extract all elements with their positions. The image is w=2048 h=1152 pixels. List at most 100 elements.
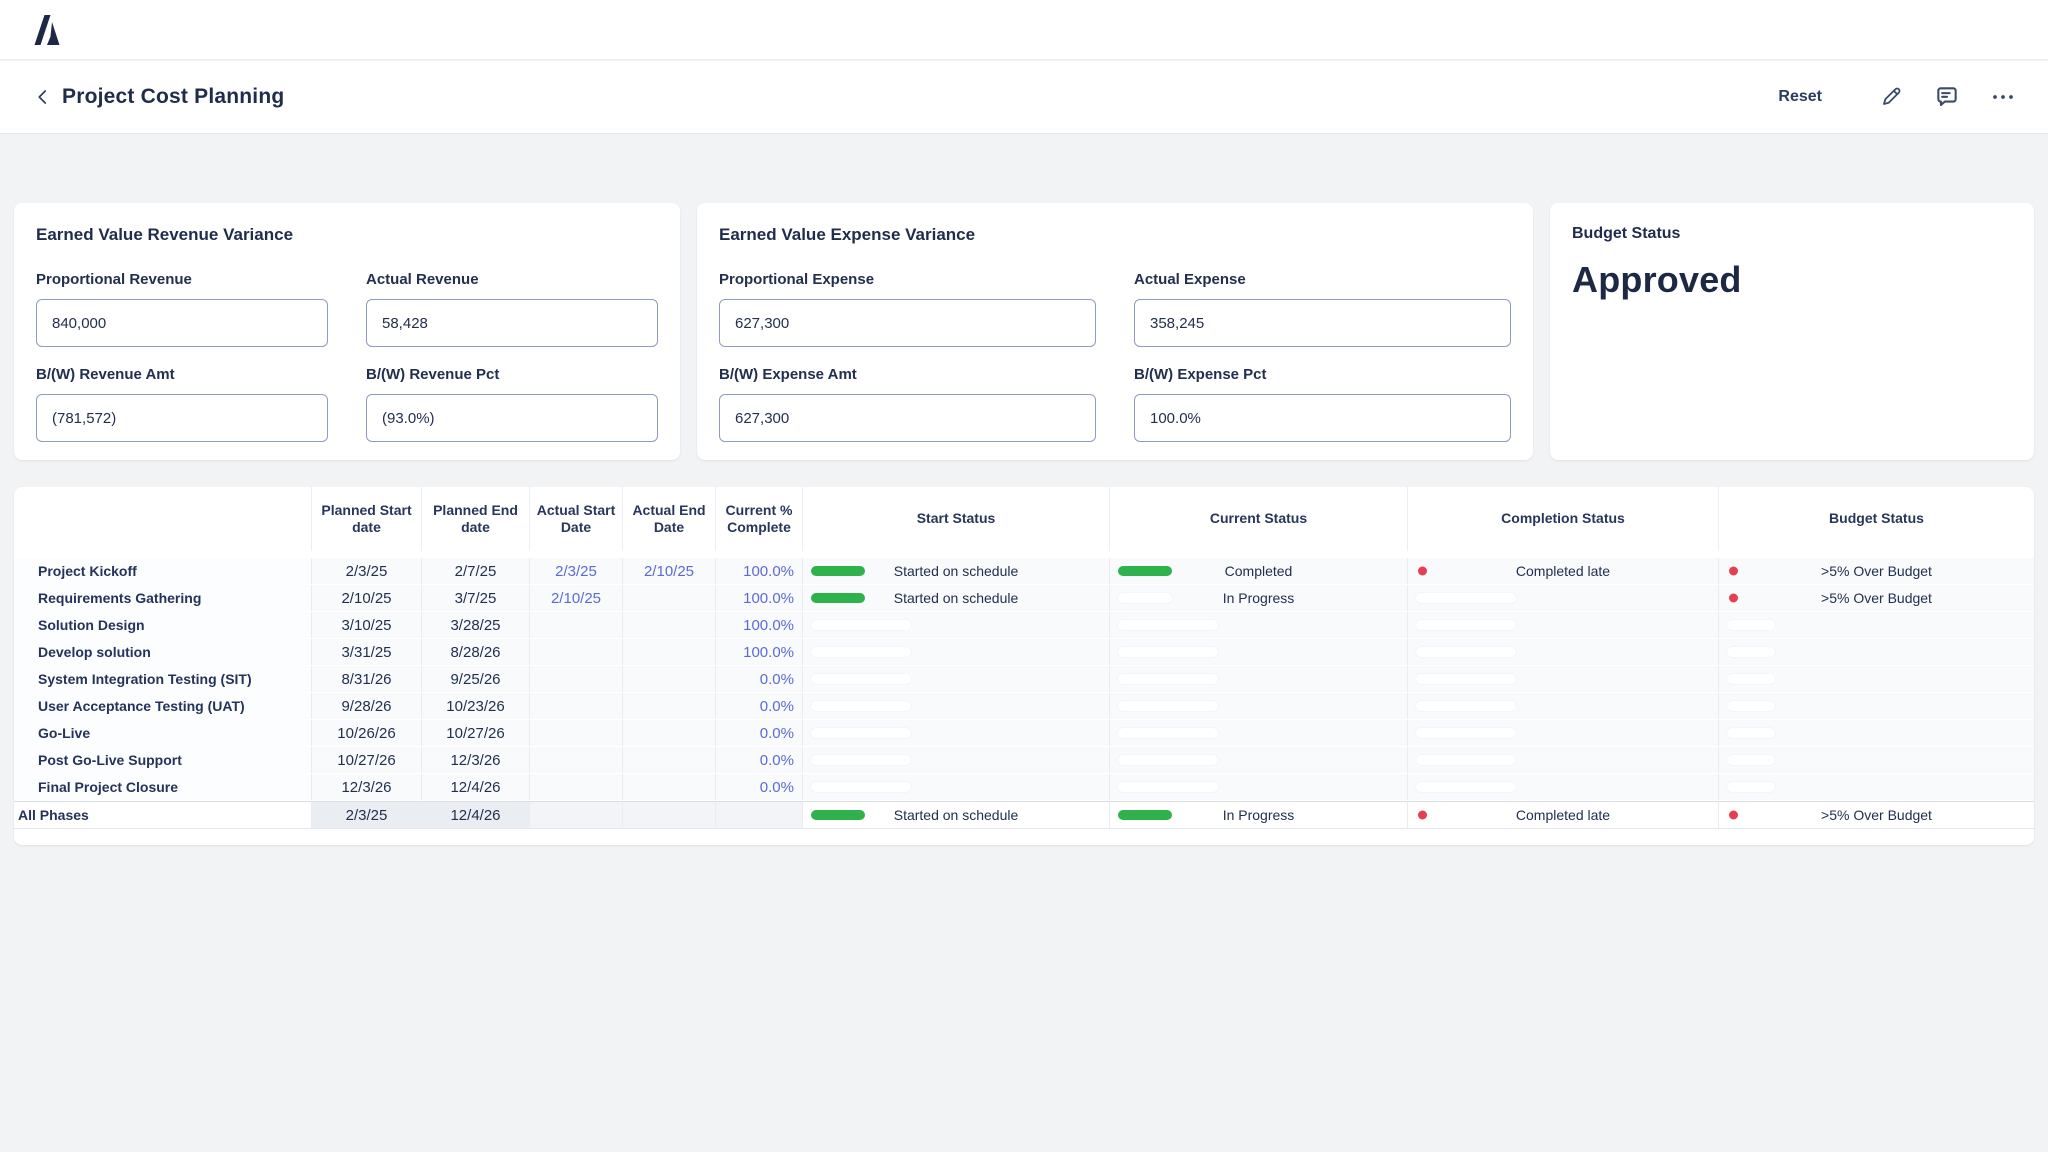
- planned-end-cell[interactable]: 9/25/26: [422, 666, 530, 692]
- current-status-cell[interactable]: [1110, 639, 1408, 665]
- actual-start-cell[interactable]: [530, 666, 623, 692]
- actual-end-cell[interactable]: [623, 802, 716, 828]
- pct-complete-cell[interactable]: 0.0%: [716, 774, 803, 800]
- actual-end-cell[interactable]: [623, 612, 716, 638]
- phase-name-cell[interactable]: Go-Live: [14, 720, 312, 746]
- budget-status-cell[interactable]: [1719, 720, 2034, 746]
- current-status-cell[interactable]: [1110, 774, 1408, 800]
- pct-complete-cell[interactable]: 0.0%: [716, 666, 803, 692]
- more-options-button[interactable]: [1988, 82, 2018, 112]
- planned-end-cell[interactable]: 8/28/26: [422, 639, 530, 665]
- actual-end-cell[interactable]: [623, 666, 716, 692]
- phase-name-cell[interactable]: Develop solution: [14, 639, 312, 665]
- actual-end-cell[interactable]: [623, 639, 716, 665]
- budget-status-cell[interactable]: [1719, 666, 2034, 692]
- planned-end-cell[interactable]: 10/23/26: [422, 693, 530, 719]
- completion-status-cell[interactable]: [1408, 639, 1719, 665]
- phase-name-cell[interactable]: Solution Design: [14, 612, 312, 638]
- planned-start-cell[interactable]: 3/10/25: [312, 612, 422, 638]
- actual-end-cell[interactable]: [623, 720, 716, 746]
- actual-start-cell[interactable]: [530, 802, 623, 828]
- actual-start-cell[interactable]: [530, 747, 623, 773]
- planned-start-cell[interactable]: 2/3/25: [312, 558, 422, 584]
- completion-status-cell[interactable]: [1408, 693, 1719, 719]
- planned-end-cell[interactable]: 12/4/26: [422, 774, 530, 800]
- actual-end-cell[interactable]: [623, 585, 716, 611]
- phase-name-cell[interactable]: Requirements Gathering: [14, 585, 312, 611]
- completion-status-cell[interactable]: [1408, 747, 1719, 773]
- current-status-cell[interactable]: Completed: [1110, 558, 1408, 584]
- comments-button[interactable]: [1932, 82, 1962, 112]
- planned-end-cell[interactable]: 10/27/26: [422, 720, 530, 746]
- completion-status-cell[interactable]: [1408, 720, 1719, 746]
- actual-start-cell[interactable]: 2/10/25: [530, 585, 623, 611]
- actual-start-cell[interactable]: [530, 612, 623, 638]
- actual-end-cell[interactable]: 2/10/25: [623, 558, 716, 584]
- budget-status-cell[interactable]: [1719, 639, 2034, 665]
- actual-start-cell[interactable]: [530, 774, 623, 800]
- start-status-cell[interactable]: Started on schedule: [803, 558, 1110, 584]
- back-button[interactable]: [28, 82, 58, 112]
- planned-end-cell[interactable]: 12/3/26: [422, 747, 530, 773]
- proportional-expense-input[interactable]: [719, 299, 1096, 347]
- pct-complete-cell[interactable]: 100.0%: [716, 612, 803, 638]
- pct-complete-cell[interactable]: 100.0%: [716, 585, 803, 611]
- start-status-cell[interactable]: [803, 639, 1110, 665]
- pct-complete-cell[interactable]: 100.0%: [716, 558, 803, 584]
- actual-revenue-input[interactable]: [366, 299, 658, 347]
- budget-status-cell[interactable]: >5% Over Budget: [1719, 558, 2034, 584]
- actual-end-cell[interactable]: [623, 747, 716, 773]
- planned-start-cell[interactable]: 10/27/26: [312, 747, 422, 773]
- budget-status-cell[interactable]: >5% Over Budget: [1719, 585, 2034, 611]
- planned-start-cell[interactable]: 10/26/26: [312, 720, 422, 746]
- start-status-cell[interactable]: Started on schedule: [803, 802, 1110, 828]
- current-status-cell[interactable]: [1110, 720, 1408, 746]
- actual-start-cell[interactable]: 2/3/25: [530, 558, 623, 584]
- planned-start-cell[interactable]: 2/10/25: [312, 585, 422, 611]
- completion-status-cell[interactable]: [1408, 585, 1719, 611]
- completion-status-cell[interactable]: Completed late: [1408, 802, 1719, 828]
- start-status-cell[interactable]: [803, 666, 1110, 692]
- start-status-cell[interactable]: [803, 612, 1110, 638]
- current-status-cell[interactable]: [1110, 666, 1408, 692]
- current-status-cell[interactable]: In Progress: [1110, 585, 1408, 611]
- planned-end-cell[interactable]: 3/28/25: [422, 612, 530, 638]
- actual-end-cell[interactable]: [623, 693, 716, 719]
- budget-status-cell[interactable]: >5% Over Budget: [1719, 802, 2034, 828]
- edit-button[interactable]: [1876, 82, 1906, 112]
- budget-status-cell[interactable]: [1719, 747, 2034, 773]
- current-status-cell[interactable]: [1110, 612, 1408, 638]
- planned-start-cell[interactable]: 3/31/25: [312, 639, 422, 665]
- start-status-cell[interactable]: Started on schedule: [803, 585, 1110, 611]
- budget-status-cell[interactable]: [1719, 693, 2034, 719]
- completion-status-cell[interactable]: [1408, 774, 1719, 800]
- actual-expense-input[interactable]: [1134, 299, 1511, 347]
- start-status-cell[interactable]: [803, 774, 1110, 800]
- planned-start-cell[interactable]: 12/3/26: [312, 774, 422, 800]
- bw-revenue-pct-input[interactable]: [366, 394, 658, 442]
- phase-name-cell[interactable]: Final Project Closure: [14, 774, 312, 800]
- completion-status-cell[interactable]: Completed late: [1408, 558, 1719, 584]
- phase-name-cell[interactable]: Project Kickoff: [14, 558, 312, 584]
- phase-name-cell[interactable]: User Acceptance Testing (UAT): [14, 693, 312, 719]
- actual-start-cell[interactable]: [530, 720, 623, 746]
- phase-name-cell[interactable]: System Integration Testing (SIT): [14, 666, 312, 692]
- bw-expense-pct-input[interactable]: [1134, 394, 1511, 442]
- reset-button[interactable]: Reset: [1778, 88, 1822, 106]
- pct-complete-cell[interactable]: 0.0%: [716, 747, 803, 773]
- budget-status-cell[interactable]: [1719, 612, 2034, 638]
- planned-end-cell[interactable]: 3/7/25: [422, 585, 530, 611]
- phase-name-cell[interactable]: All Phases: [14, 802, 312, 828]
- actual-end-cell[interactable]: [623, 774, 716, 800]
- pct-complete-cell[interactable]: 0.0%: [716, 720, 803, 746]
- bw-revenue-amt-input[interactable]: [36, 394, 328, 442]
- pct-complete-cell[interactable]: [716, 802, 803, 828]
- budget-status-cell[interactable]: [1719, 774, 2034, 800]
- actual-start-cell[interactable]: [530, 693, 623, 719]
- pct-complete-cell[interactable]: 100.0%: [716, 639, 803, 665]
- proportional-revenue-input[interactable]: [36, 299, 328, 347]
- planned-start-cell[interactable]: 9/28/26: [312, 693, 422, 719]
- completion-status-cell[interactable]: [1408, 666, 1719, 692]
- actual-start-cell[interactable]: [530, 639, 623, 665]
- start-status-cell[interactable]: [803, 747, 1110, 773]
